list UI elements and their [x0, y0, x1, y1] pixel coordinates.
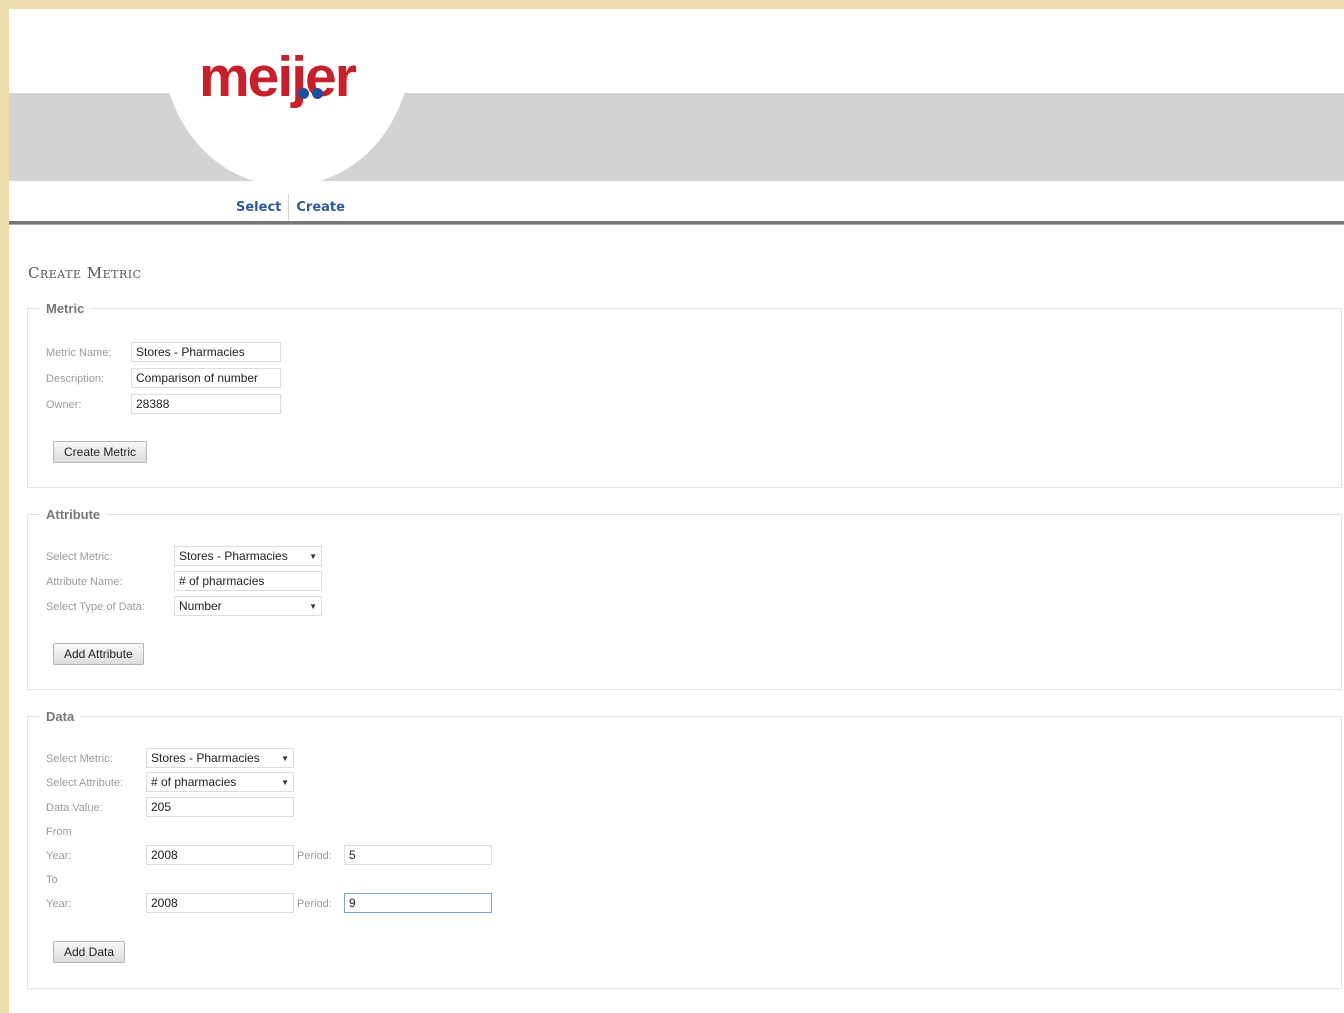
- meijer-logo[interactable]: meijer: [199, 49, 357, 109]
- metric-name-label: Metric Name:: [46, 347, 112, 359]
- logo-dots-icon: [298, 52, 326, 109]
- data-attribute-select-value: # of pharmacies: [151, 775, 237, 789]
- to-label: To: [46, 874, 58, 886]
- owner-input[interactable]: 28388: [131, 394, 281, 414]
- page-frame: meijer Select Create Create Metric Metri…: [9, 9, 1344, 1013]
- attribute-name-input[interactable]: # of pharmacies: [174, 571, 322, 591]
- attribute-select-metric-label: Select Metric:: [46, 551, 113, 563]
- dropdown-caret-icon: ▼: [281, 753, 289, 763]
- create-metric-button[interactable]: Create Metric: [53, 441, 148, 463]
- attribute-section-legend: Attribute: [46, 507, 101, 522]
- from-period-input[interactable]: 5: [344, 845, 492, 865]
- add-data-button[interactable]: Add Data: [53, 941, 126, 963]
- data-section-legend: Data: [46, 709, 75, 724]
- nav-create-link[interactable]: Create: [289, 194, 352, 222]
- main-nav: Select Create: [229, 194, 352, 222]
- data-type-select-value: Number: [179, 599, 222, 613]
- data-value-label: Data Value:: [46, 802, 103, 814]
- data-select-metric-label: Select Metric:: [46, 753, 113, 765]
- dropdown-caret-icon: ▼: [281, 777, 289, 787]
- from-year-label: Year:: [46, 850, 72, 862]
- owner-label: Owner:: [46, 399, 82, 411]
- from-year-input[interactable]: 2008: [146, 845, 294, 865]
- to-period-input[interactable]: 9: [344, 893, 492, 913]
- data-select-attribute-label: Select Attribute:: [46, 777, 124, 789]
- attribute-metric-select[interactable]: Stores - Pharmacies ▼: [174, 546, 322, 566]
- dropdown-caret-icon: ▼: [309, 551, 317, 561]
- description-input[interactable]: Comparison of number: [131, 368, 281, 388]
- logo-text: meijer: [199, 45, 357, 109]
- metric-section-legend: Metric: [46, 301, 85, 316]
- data-type-label: Select Type of Data:: [46, 601, 145, 613]
- attribute-metric-select-value: Stores - Pharmacies: [179, 549, 288, 563]
- dropdown-caret-icon: ▼: [309, 601, 317, 611]
- data-metric-select[interactable]: Stores - Pharmacies ▼: [146, 748, 294, 768]
- page-title: Create Metric: [28, 264, 142, 282]
- data-type-select[interactable]: Number ▼: [174, 596, 322, 616]
- attribute-name-label: Attribute Name:: [46, 576, 123, 588]
- data-value-input[interactable]: 205: [146, 797, 294, 817]
- to-year-input[interactable]: 2008: [146, 893, 294, 913]
- nav-underline: [9, 221, 1344, 225]
- to-period-label: Period:: [297, 898, 332, 910]
- add-attribute-button[interactable]: Add Attribute: [53, 643, 144, 665]
- data-attribute-select[interactable]: # of pharmacies ▼: [146, 772, 294, 792]
- to-year-label: Year:: [46, 898, 72, 910]
- nav-select-link[interactable]: Select: [229, 194, 288, 222]
- metric-name-input[interactable]: Stores - Pharmacies: [131, 342, 281, 362]
- from-period-label: Period:: [297, 850, 332, 862]
- description-label: Description:: [46, 373, 105, 385]
- data-metric-select-value: Stores - Pharmacies: [151, 751, 260, 765]
- from-label: From: [46, 826, 72, 838]
